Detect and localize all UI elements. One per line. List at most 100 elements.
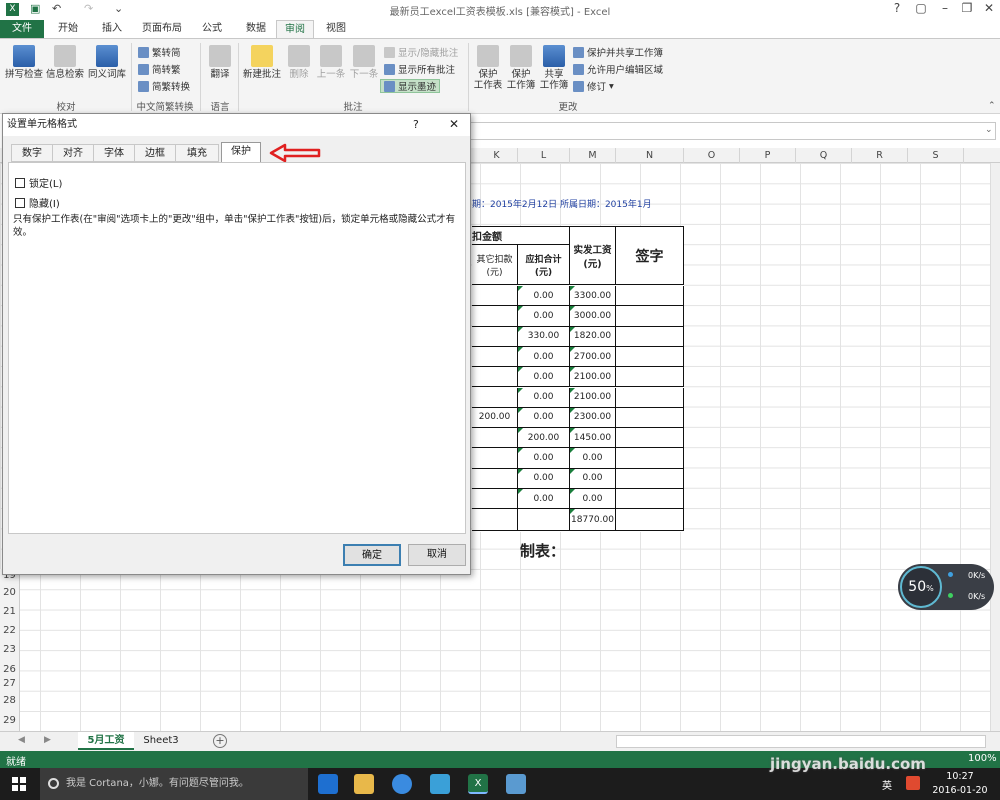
clock-date[interactable]: 2016-01-20	[932, 785, 988, 796]
row-header-26[interactable]: 26	[0, 663, 20, 677]
cell-pay[interactable]: 1450.00	[570, 428, 616, 449]
close-window-icon[interactable]: ✕	[978, 1, 1000, 15]
edge-browser-icon[interactable]	[318, 774, 338, 794]
column-header-m[interactable]: M	[570, 148, 616, 163]
tab-view[interactable]: 视图	[318, 20, 354, 38]
row-header-27[interactable]: 27	[0, 677, 20, 691]
cell-pay[interactable]: 2100.00	[570, 367, 616, 388]
thesaurus-button[interactable]: 同义词库	[86, 45, 128, 80]
cell-signature[interactable]	[616, 387, 684, 408]
show-ink-button[interactable]: 显示墨迹	[380, 79, 441, 93]
new-comment-button[interactable]: 新建批注	[242, 45, 282, 80]
translate-button[interactable]: 翻译	[205, 45, 235, 80]
cell-total[interactable]: 0.00	[518, 468, 570, 489]
cell-other[interactable]	[472, 326, 518, 347]
clock-time[interactable]: 10:27	[934, 771, 986, 782]
delete-comment-button[interactable]: 删除	[284, 45, 314, 80]
research-button[interactable]: 信息检索	[45, 45, 85, 80]
cell-signature[interactable]	[616, 489, 684, 510]
column-header-k[interactable]: K	[476, 148, 518, 163]
column-header-n[interactable]: N	[616, 148, 684, 163]
expand-formula-icon[interactable]: ⌄	[985, 125, 993, 135]
cortana-search-box[interactable]: 我是 Cortana，小娜。有问题尽管问我。	[40, 768, 308, 800]
dialog-help-button[interactable]: ?	[413, 118, 419, 131]
cell-pay[interactable]: 3000.00	[570, 306, 616, 327]
tab-data[interactable]: 数据	[236, 20, 276, 38]
ime-indicator[interactable]: 英	[882, 777, 892, 792]
locked-checkbox[interactable]: 锁定(L)	[15, 175, 62, 190]
column-header-l[interactable]: L	[518, 148, 570, 163]
next-comment-button[interactable]: 下一条	[348, 45, 380, 80]
cell-other[interactable]	[472, 468, 518, 489]
column-header-s[interactable]: S	[908, 148, 964, 163]
column-header-p[interactable]: P	[740, 148, 796, 163]
table-cell[interactable]	[472, 509, 518, 531]
column-header-q[interactable]: Q	[796, 148, 852, 163]
collapse-ribbon-icon[interactable]: ⌃	[988, 101, 996, 111]
chinese-convert-button[interactable]: 简繁转换	[138, 79, 190, 93]
checkbox-box[interactable]	[15, 197, 25, 208]
cell-other[interactable]	[472, 367, 518, 388]
column-header-o[interactable]: O	[684, 148, 740, 163]
excel-taskbar-icon[interactable]: X	[468, 774, 488, 794]
show-all-comments-button[interactable]: 显示所有批注	[384, 62, 455, 76]
cell-total[interactable]: 0.00	[518, 407, 570, 429]
dialog-tab-border[interactable]: 边框	[134, 144, 176, 162]
cell-signature[interactable]	[616, 468, 684, 489]
help-icon[interactable]: ?	[886, 1, 908, 15]
simp-to-trad-button[interactable]: 简转繁	[138, 62, 181, 76]
cell-total[interactable]: 0.00	[518, 387, 570, 408]
cell-pay[interactable]: 3300.00	[570, 286, 616, 307]
column-header-r[interactable]: R	[852, 148, 908, 163]
dialog-tab-protection[interactable]: 保护	[221, 142, 261, 163]
cell-signature[interactable]	[616, 428, 684, 449]
cell-other[interactable]	[472, 286, 518, 307]
cell-pay[interactable]: 1820.00	[570, 326, 616, 347]
hidden-checkbox[interactable]: 隐藏(I)	[15, 195, 60, 210]
cell-pay[interactable]: 2300.00	[570, 407, 616, 429]
add-sheet-icon[interactable]: +	[213, 734, 227, 748]
cancel-button[interactable]: 取消	[408, 544, 466, 566]
trad-to-simp-button[interactable]: 繁转简	[138, 45, 181, 59]
cell-total[interactable]: 0.00	[518, 489, 570, 510]
cell-pay[interactable]: 2700.00	[570, 346, 616, 368]
dialog-tab-alignment[interactable]: 对齐	[52, 144, 94, 162]
row-header-29[interactable]: 29	[0, 711, 20, 731]
cell-pay[interactable]: 0.00	[570, 448, 616, 469]
cell-total[interactable]: 200.00	[518, 428, 570, 449]
cell-other[interactable]	[472, 346, 518, 368]
table-cell[interactable]	[616, 509, 684, 531]
spell-check-button[interactable]: 拼写检查	[4, 45, 44, 80]
vertical-scrollbar[interactable]	[990, 163, 1000, 731]
dialog-tab-number[interactable]: 数字	[11, 144, 53, 162]
checkbox-box[interactable]	[15, 177, 25, 188]
tab-home[interactable]: 开始	[48, 20, 88, 38]
sheet-tab-sheet3[interactable]: Sheet3	[136, 732, 186, 750]
cell-pay[interactable]: 0.00	[570, 468, 616, 489]
sheet-tab-may-salary[interactable]: 5月工资	[78, 732, 134, 750]
row-header-23[interactable]: 23	[0, 640, 20, 659]
scroll-left-icon[interactable]: ◀	[18, 735, 25, 745]
paint-icon[interactable]	[506, 774, 526, 794]
prev-comment-button[interactable]: 上一条	[315, 45, 347, 80]
share-workbook-button[interactable]: 共享 工作簿	[538, 45, 570, 91]
cell-signature[interactable]	[616, 346, 684, 368]
tab-review[interactable]: 审阅	[276, 20, 314, 39]
windows-start-icon[interactable]	[12, 777, 26, 791]
cell-total[interactable]: 0.00	[518, 367, 570, 388]
ribbon-display-icon[interactable]: ▢	[910, 1, 932, 15]
tab-page-layout[interactable]: 页面布局	[136, 20, 188, 38]
show-hide-comment-button[interactable]: 显示/隐藏批注	[384, 45, 458, 59]
cell-total[interactable]: 0.00	[518, 286, 570, 307]
protect-share-button[interactable]: 保护并共享工作簿	[573, 45, 663, 59]
tab-file[interactable]: 文件	[0, 20, 44, 38]
dialog-tab-font[interactable]: 字体	[93, 144, 135, 162]
cell-total[interactable]: 0.00	[518, 306, 570, 327]
network-speed-widget[interactable]: 50% 0K/s 0K/s	[898, 564, 994, 610]
cell-other[interactable]	[472, 489, 518, 510]
row-header-22[interactable]: 22	[0, 621, 20, 640]
cell-other[interactable]	[472, 306, 518, 327]
scroll-right-icon[interactable]: ▶	[44, 735, 51, 745]
cell-other[interactable]	[472, 448, 518, 469]
cell-signature[interactable]	[616, 448, 684, 469]
